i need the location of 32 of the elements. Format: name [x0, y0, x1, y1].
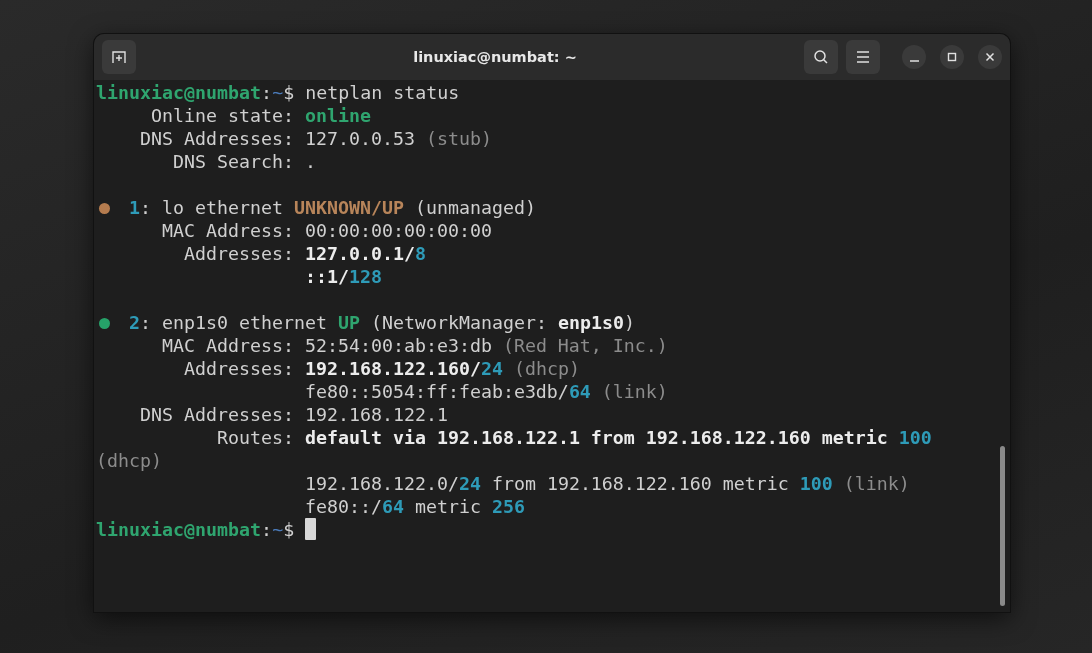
- minimize-icon: [909, 59, 919, 62]
- search-icon: [813, 49, 829, 65]
- maximize-icon: [947, 52, 957, 62]
- terminal-line: 192.168.122.0/24 from 192.168.122.160 metric 100 (link): [303, 473, 910, 494]
- terminal-line: MAC Address: 00:00:00:00:00:00: [160, 220, 492, 241]
- scrollbar[interactable]: [1000, 446, 1005, 606]
- new-tab-button[interactable]: [102, 40, 136, 74]
- search-button[interactable]: [804, 40, 838, 74]
- menu-icon: [856, 51, 870, 63]
- terminal-line: Addresses: 192.168.122.160/24 (dhcp): [182, 358, 580, 379]
- menu-button[interactable]: [846, 40, 880, 74]
- terminal-line: 1: lo ethernet UNKNOWN/UP (unmanaged): [129, 197, 536, 218]
- terminal-line: Addresses: 127.0.0.1/8: [182, 243, 426, 264]
- close-button[interactable]: [978, 45, 1002, 69]
- terminal-line: MAC Address: 52:54:00:ab:e3:db (Red Hat, Inc.): [160, 335, 668, 356]
- terminal-line: fe80::/64 metric 256: [303, 496, 525, 517]
- terminal-line: ::1/128: [303, 266, 382, 287]
- maximize-button[interactable]: [940, 45, 964, 69]
- terminal-line: Routes: default via 192.168.122.1 from 192.168.122.160 metric 100: [215, 427, 932, 448]
- window-title: linuxiac@numbat: ~: [412, 49, 578, 65]
- shell-prompt: linuxiac@numbat:~$: [96, 519, 296, 540]
- terminal-line: DNS Addresses: 192.168.122.1: [139, 404, 448, 425]
- terminal-line: 2: enp1s0 ethernet UP (NetworkManager: enp1s0): [129, 312, 635, 333]
- terminal-line: fe80::5054:ff:feab:e3db/64 (link): [303, 381, 668, 402]
- new-tab-icon: [111, 49, 127, 65]
- terminal-line: DNS Addresses: 127.0.0.53 (stub): [139, 128, 492, 149]
- terminal-line: (dhcp): [96, 450, 162, 471]
- minimize-button[interactable]: [902, 45, 926, 69]
- terminal-line: DNS Search: .: [171, 151, 316, 172]
- shell-prompt: linuxiac@numbat:~$ netplan status: [96, 82, 460, 103]
- terminal-line: Online state: online: [149, 105, 371, 126]
- close-icon: [985, 52, 995, 62]
